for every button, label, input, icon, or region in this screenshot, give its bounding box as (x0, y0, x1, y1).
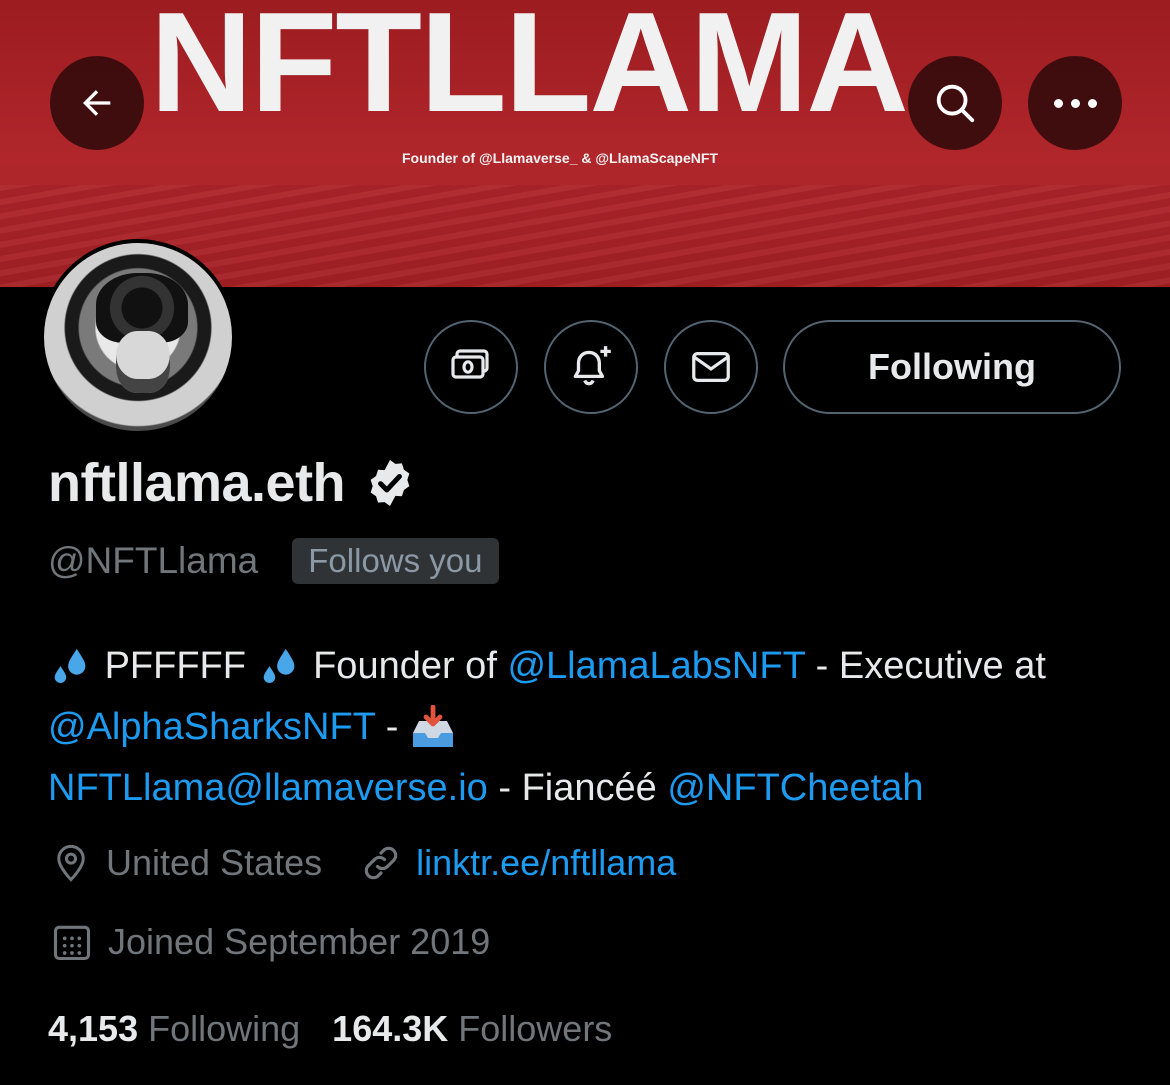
inbox-tray-icon (413, 704, 453, 747)
message-button[interactable] (664, 320, 758, 414)
following-count: 4,153 (48, 1008, 139, 1049)
bio-text: Founder of (313, 645, 497, 687)
handle: @NFTLlama (48, 540, 259, 581)
notify-button[interactable] (544, 320, 638, 414)
envelope-icon (692, 351, 730, 383)
search-button[interactable] (908, 56, 1002, 150)
banner-subtitle: Founder of @Llamaverse_ & @LlamaScapeNFT (402, 150, 718, 166)
link-icon (364, 846, 398, 880)
verified-badge-icon[interactable] (363, 456, 417, 510)
avatar-image (40, 239, 236, 435)
location-text: United States (106, 842, 323, 883)
bio-text: - (815, 645, 829, 687)
email-link[interactable]: NFTLlama@llamaverse.io (48, 767, 488, 809)
banner-title: NFTLLAMA (150, 0, 909, 142)
back-button[interactable] (50, 56, 144, 150)
more-button[interactable] (1028, 56, 1122, 150)
meta-row-joined: Joined September 2019 (50, 920, 490, 964)
followers-count: 164.3K (332, 1008, 449, 1049)
following-stat[interactable]: 4,153 Following (48, 1008, 300, 1050)
sweat-droplets-icon (54, 648, 86, 683)
location-item: United States (50, 842, 322, 884)
calendar-icon (53, 925, 91, 961)
followers-label: Followers (458, 1008, 613, 1049)
location-pin-icon (57, 844, 85, 882)
mention-link[interactable]: @LlamaLabsNFT (507, 645, 805, 687)
display-name: nftllama.eth (48, 453, 346, 513)
joined-text: Joined September 2019 (108, 921, 491, 962)
followers-stat[interactable]: 164.3K Followers (332, 1008, 612, 1050)
handle-row: @NFTLlama Follows you (48, 538, 499, 584)
bio-text: - Fiancéé (498, 767, 657, 809)
joined-item: Joined September 2019 (50, 920, 490, 964)
website-item[interactable]: linktr.ee/nftllama (360, 842, 676, 884)
name-row: nftllama.eth (48, 452, 417, 514)
back-arrow-icon (83, 90, 111, 116)
tip-money-icon (451, 349, 489, 379)
sweat-droplets-icon (263, 648, 294, 683)
follows-you-badge: Follows you (292, 538, 499, 584)
mention-link[interactable]: @AlphaSharksNFT (48, 706, 375, 748)
bell-plus-icon (573, 346, 611, 386)
follow-stats: 4,153 Following 164.3K Followers (48, 1008, 644, 1050)
bio-text: - (385, 706, 399, 748)
more-dots-icon (1053, 98, 1097, 108)
following-button[interactable]: Following (783, 320, 1121, 414)
bio-text: PFFFFF (104, 645, 246, 687)
following-label: Following (148, 1008, 301, 1049)
tip-button[interactable] (424, 320, 518, 414)
meta-row-location: United States linktr.ee/nftllama (50, 842, 676, 884)
mention-link[interactable]: @NFTCheetah (667, 767, 923, 809)
search-icon (936, 84, 975, 123)
website-link[interactable]: linktr.ee/nftllama (416, 842, 676, 884)
bio-text: Executive at (838, 645, 1046, 687)
avatar[interactable] (40, 239, 240, 435)
bio: PFFFFF Founder of @LlamaLabsNFT - Execut… (48, 636, 1138, 819)
